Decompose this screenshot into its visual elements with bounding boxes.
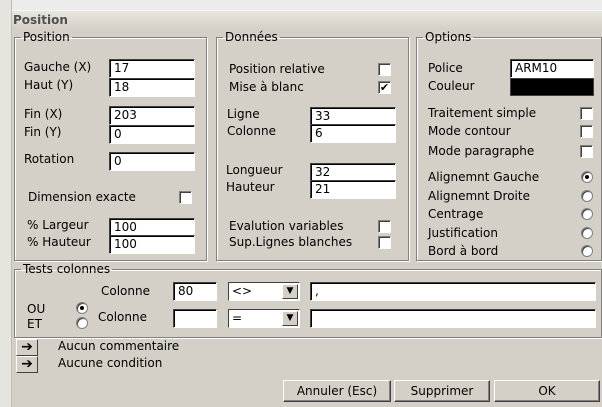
ou-label: OU — [27, 302, 46, 316]
paragraphe-checkbox[interactable] — [580, 145, 593, 158]
hauteur-pct-label: % Hauteur — [27, 235, 91, 249]
hauteur-pct-input[interactable]: 100 — [109, 235, 195, 254]
ok-button[interactable]: OK — [494, 380, 600, 402]
colonne2-label: Colonne — [98, 310, 147, 324]
align-option-label: Bord à bord — [428, 244, 499, 258]
condition-text: Aucune condition — [58, 356, 163, 370]
contour-checkbox[interactable] — [580, 125, 593, 138]
align-option-label: Justification — [428, 226, 498, 240]
justification-radio[interactable] — [581, 227, 593, 239]
condition-arrow-button[interactable]: ➔ — [16, 356, 38, 373]
ligne-label: Ligne — [227, 107, 260, 121]
police-input[interactable]: ARM10 — [510, 59, 594, 78]
delete-button[interactable]: Supprimer — [394, 380, 490, 402]
options-legend: Options — [425, 30, 472, 44]
paragraphe-label: Mode paragraphe — [428, 144, 535, 158]
arrow-right-icon: ➔ — [21, 356, 33, 372]
chevron-down-icon: ▼ — [282, 311, 298, 326]
dimension-label: Dimension exacte — [28, 190, 136, 204]
arrow-right-icon: ➔ — [21, 339, 33, 355]
value1-input[interactable]: , — [310, 282, 596, 301]
couleur-swatch[interactable] — [510, 78, 594, 96]
colonne-label: Colonne — [227, 124, 276, 138]
left-window-strip — [0, 0, 12, 407]
bord-a-bord-radio[interactable] — [581, 245, 593, 257]
align-gauche-radio[interactable] — [581, 171, 593, 183]
comment-arrow-button[interactable]: ➔ — [16, 339, 38, 356]
centrage-radio[interactable] — [581, 208, 593, 220]
hauteur-input[interactable]: 21 — [310, 180, 396, 199]
traitement-checkbox[interactable] — [580, 107, 593, 120]
finx-input[interactable]: 203 — [109, 106, 195, 125]
blanc-checkbox[interactable]: ✔ — [378, 81, 391, 94]
hauteur-label: Hauteur — [226, 180, 275, 194]
police-label: Police — [428, 61, 463, 75]
et-label: ET — [27, 317, 42, 331]
gauche-label: Gauche (X) — [24, 60, 92, 74]
colonne2-input[interactable] — [173, 309, 217, 328]
position-legend: Position — [23, 30, 70, 44]
top-window-strip — [12, 0, 602, 10]
donnees-legend: Données — [225, 30, 278, 44]
contour-label: Mode contour — [428, 124, 511, 138]
tests-legend: Tests colonnes — [23, 262, 111, 276]
suplignes-label: Sup.Lignes blanches — [229, 235, 353, 249]
align-option-label: Alignemnt Gauche — [428, 170, 540, 184]
evalution-checkbox[interactable] — [378, 220, 391, 233]
value2-input[interactable] — [310, 309, 596, 328]
colonne1-input[interactable]: 80 — [173, 282, 217, 301]
finy-label: Fin (Y) — [24, 125, 62, 139]
colonne1-label: Colonne — [101, 284, 150, 298]
colonne-input[interactable]: 6 — [310, 124, 396, 143]
longueur-label: Longueur — [226, 163, 283, 177]
finx-label: Fin (X) — [24, 107, 63, 121]
blanc-label: Mise à blanc — [229, 80, 304, 94]
cancel-button[interactable]: Annuler (Esc) — [283, 380, 391, 402]
operator2-value: = — [232, 311, 243, 325]
align-option-label: Centrage — [428, 207, 484, 221]
window-title: Position — [12, 10, 602, 29]
operator1-value: <> — [232, 284, 253, 298]
traitement-label: Traitement simple — [428, 106, 537, 120]
align-droite-radio[interactable] — [581, 190, 593, 202]
ou-radio[interactable] — [76, 302, 88, 314]
gauche-input[interactable]: 17 — [109, 59, 195, 78]
haut-input[interactable]: 18 — [109, 78, 195, 97]
haut-label: Haut (Y) — [24, 78, 74, 92]
operator1-select[interactable]: <> ▼ — [228, 282, 300, 301]
suplignes-checkbox[interactable] — [378, 236, 391, 249]
chevron-down-icon: ▼ — [282, 284, 298, 299]
relative-checkbox[interactable] — [378, 63, 391, 76]
et-radio[interactable] — [76, 317, 88, 329]
couleur-label: Couleur — [428, 79, 475, 93]
dimension-checkbox[interactable] — [179, 191, 192, 204]
comment-text: Aucun commentaire — [58, 339, 180, 353]
rotation-label: Rotation — [24, 152, 75, 166]
largeur-label: % Largeur — [27, 218, 89, 232]
evalution-label: Evalution variables — [229, 219, 344, 233]
finy-input[interactable]: 0 — [109, 125, 195, 144]
rotation-input[interactable]: 0 — [109, 152, 195, 171]
align-option-label: Alignemnt Droite — [428, 189, 530, 203]
relative-label: Position relative — [229, 62, 325, 76]
operator2-select[interactable]: = ▼ — [228, 309, 300, 328]
